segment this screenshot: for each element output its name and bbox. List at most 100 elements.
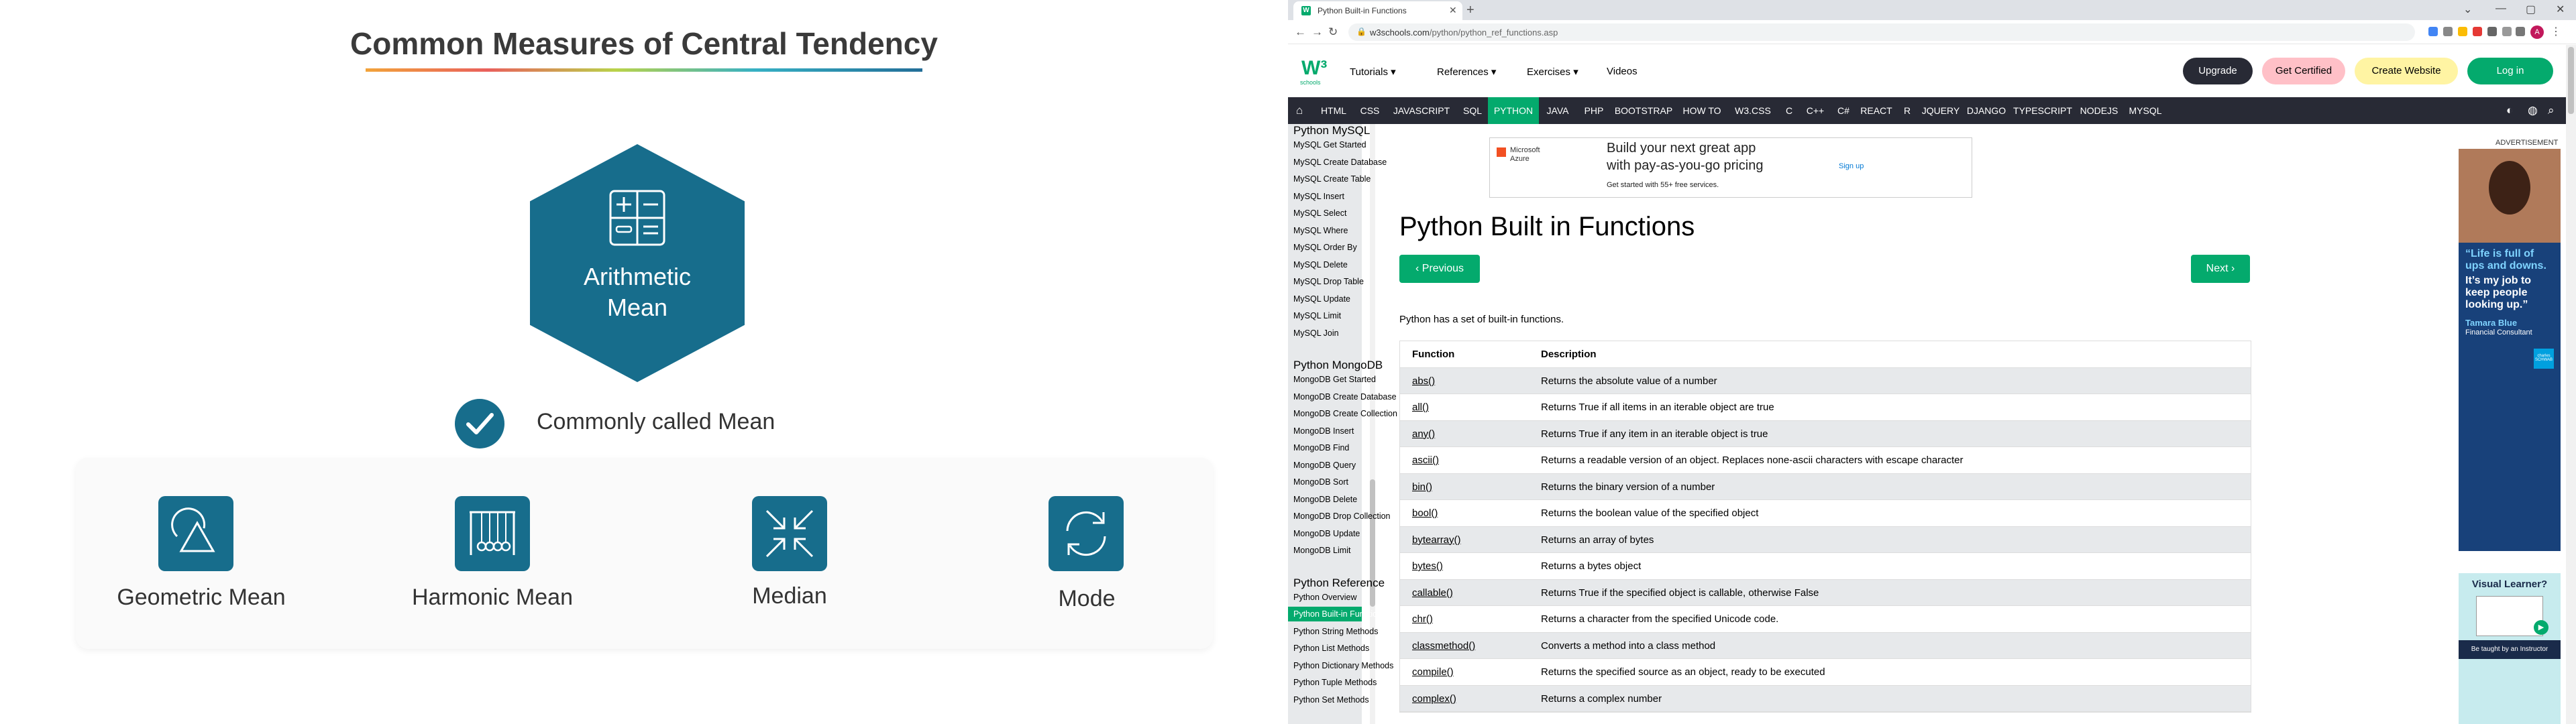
window-close-icon[interactable]: ✕ [2556,3,2565,16]
references-menu[interactable]: References ▾ [1437,66,1496,78]
sidebar-item-mysql-delete[interactable]: MySQL Delete [1293,260,1348,269]
function-link[interactable]: abs() [1412,375,1435,387]
sidebar-item-mysql-drop-table[interactable]: MySQL Drop Table [1293,277,1364,286]
sidebar-item-mongodb-get-started[interactable]: MongoDB Get Started [1293,375,1376,384]
maximize-icon[interactable]: ▢ [2526,3,2536,16]
function-link[interactable]: bytearray() [1412,534,1461,546]
sidebar-item-mysql-get-started[interactable]: MySQL Get Started [1293,140,1366,149]
browser-menu-icon[interactable]: ⋮ [2551,25,2561,38]
exercises-menu[interactable]: Exercises ▾ [1527,66,1578,78]
topnav-item-php[interactable]: PHP [1576,97,1611,124]
sidepanel-icon[interactable] [2516,27,2525,36]
topnav-item-w3-css[interactable]: W3.CSS [1728,97,1778,124]
sidebar-item-python-set-methods[interactable]: Python Set Methods [1293,695,1369,705]
sidebar-item-mysql-order-by[interactable]: MySQL Order By [1293,243,1357,252]
sidebar-item-mysql-create-table[interactable]: MySQL Create Table [1293,174,1371,184]
function-link[interactable]: classmethod() [1412,640,1475,652]
topnav-item-python[interactable]: PYTHON [1488,97,1539,124]
topnav-item-jquery[interactable]: JQUERY [1919,97,1963,124]
function-link[interactable]: compile() [1412,666,1454,678]
function-link[interactable]: all() [1412,402,1429,413]
sidebar-item-mysql-select[interactable]: MySQL Select [1293,208,1346,218]
search-icon[interactable]: ⌕ [2548,104,2555,117]
extensions-puzzle-icon[interactable] [2487,27,2497,36]
ad-signup[interactable]: Sign up [1839,162,1864,170]
dark-mode-icon[interactable]: ◐ [2506,104,2513,117]
sidebar-item-mysql-join[interactable]: MySQL Join [1293,328,1339,338]
sidebar-item-mongodb-query[interactable]: MongoDB Query [1293,461,1356,470]
schwab-ad[interactable]: “Life is full of ups and downs. It’s my … [2459,149,2561,551]
sidebar-item-mongodb-update[interactable]: MongoDB Update [1293,529,1360,538]
topnav-item-typescript[interactable]: TYPESCRIPT [2010,97,2076,124]
topnav-item-c-[interactable]: C# [1830,97,1857,124]
media-icon[interactable] [2502,27,2512,36]
sidebar-item-mongodb-sort[interactable]: MongoDB Sort [1293,477,1348,487]
sidebar-item-mongodb-limit[interactable]: MongoDB Limit [1293,546,1350,555]
topnav-item-java[interactable]: JAVA [1539,97,1576,124]
previous-button[interactable]: ‹ Previous [1399,255,1480,283]
extension-red-icon[interactable] [2473,27,2482,36]
topnav-item-c[interactable]: C [1778,97,1801,124]
login-button[interactable]: Log in [2467,58,2553,84]
topnav-item-sql[interactable]: SQL [1457,97,1488,124]
function-link[interactable]: chr() [1412,613,1433,625]
sidebar-item-mongodb-insert[interactable]: MongoDB Insert [1293,426,1354,436]
sidebar-item-mongodb-create-collection[interactable]: MongoDB Create Collection [1293,409,1397,418]
address-bar[interactable]: 🔒 w3schools.com/python/python_ref_functi… [1348,23,2415,41]
topnav-item-css[interactable]: CSS [1354,97,1386,124]
function-link[interactable]: complex() [1412,693,1456,705]
get-certified-button[interactable]: Get Certified [2262,58,2345,84]
sidebar-item-python-overview[interactable]: Python Overview [1293,593,1356,602]
forward-icon[interactable]: → [1311,25,1323,39]
share-icon[interactable] [2443,27,2453,36]
sidebar-item-python-list-methods[interactable]: Python List Methods [1293,644,1369,653]
url-text[interactable]: w3schools.com/python/python_ref_function… [1370,27,1558,38]
minimize-icon[interactable]: — [2496,3,2506,15]
home-icon[interactable]: ⌂ [1296,104,1303,117]
topnav-item-javascript[interactable]: JAVASCRIPT [1386,97,1457,124]
azure-ad-banner[interactable]: Microsoft Azure Build your next great ap… [1489,137,1972,198]
play-icon[interactable]: ▶ [2534,620,2548,635]
videos-menu[interactable]: Videos [1607,66,1638,77]
back-icon[interactable]: ← [1295,25,1306,39]
sidebar-item-python-string-methods[interactable]: Python String Methods [1293,627,1378,636]
tab-search-icon[interactable]: ⌄ [2463,3,2472,16]
sidebar-item-mysql-limit[interactable]: MySQL Limit [1293,311,1341,320]
bookmark-star-icon[interactable] [2458,27,2467,36]
sidebar-item-python-dictionary-methods[interactable]: Python Dictionary Methods [1293,661,1393,670]
sidebar-item-mongodb-drop-collection[interactable]: MongoDB Drop Collection [1293,511,1391,521]
google-icon[interactable] [2428,27,2438,36]
sidebar-item-mysql-create-database[interactable]: MySQL Create Database [1293,158,1387,167]
sidebar-item-mysql-where[interactable]: MySQL Where [1293,226,1348,235]
sidebar-item-mysql-update[interactable]: MySQL Update [1293,294,1350,304]
topnav-item-bootstrap[interactable]: BOOTSTRAP [1611,97,1676,124]
sidebar-item-mongodb-create-database[interactable]: MongoDB Create Database [1293,392,1397,402]
page-scroll-thumb[interactable] [2568,47,2574,114]
visual-learner-ad[interactable]: Visual Learner? ▶ Be taught by an Instru… [2459,573,2561,724]
tutorials-menu[interactable]: Tutorials ▾ [1350,66,1396,78]
tab-python-functions[interactable]: W Python Built-in Functions ✕ [1293,1,1462,20]
sidebar-item-mongodb-delete[interactable]: MongoDB Delete [1293,495,1357,504]
function-link[interactable]: callable() [1412,587,1453,599]
topnav-item-react[interactable]: REACT [1857,97,1896,124]
topnav-item-c-[interactable]: C++ [1801,97,1830,124]
topnav-item-django[interactable]: DJANGO [1963,97,2010,124]
reload-icon[interactable]: ↻ [1328,25,1338,39]
page-scrollbar[interactable] [2566,45,2576,724]
topnav-item-nodejs[interactable]: NODEJS [2076,97,2123,124]
sidebar-item-mongodb-find[interactable]: MongoDB Find [1293,443,1349,452]
function-link[interactable]: ascii() [1412,455,1439,466]
topnav-item-mysql[interactable]: MYSQL [2123,97,2168,124]
function-link[interactable]: bytes() [1412,560,1443,572]
function-link[interactable]: any() [1412,428,1435,440]
function-link[interactable]: bin() [1412,481,1432,493]
sidebar-item-python-built-in-functions[interactable]: Python Built-in Functions [1288,607,1386,621]
create-website-button[interactable]: Create Website [2355,58,2458,84]
function-link[interactable]: bool() [1412,507,1438,519]
w3schools-logo[interactable]: W³ schools [1300,57,1327,88]
topnav-item-how-to[interactable]: HOW TO [1676,97,1728,124]
sidebar-item-mysql-insert[interactable]: MySQL Insert [1293,192,1344,201]
sidebar-item-python-tuple-methods[interactable]: Python Tuple Methods [1293,678,1377,687]
topnav-item-r[interactable]: R [1896,97,1919,124]
new-tab-icon[interactable]: + [1466,3,1474,18]
